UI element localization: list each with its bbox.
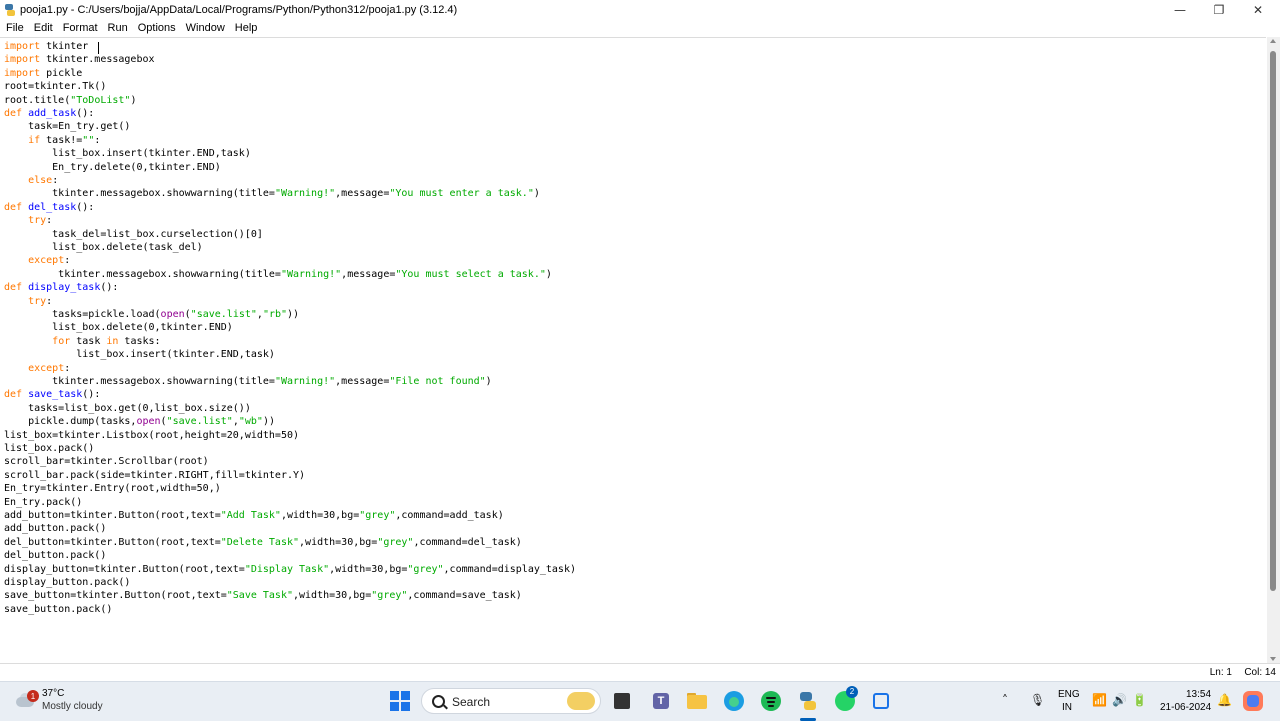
- battery-icon[interactable]: 🔋: [1132, 693, 1147, 707]
- language-bottom[interactable]: IN: [1062, 702, 1072, 713]
- code-line[interactable]: def add_task():: [4, 107, 94, 120]
- wifi-icon[interactable]: 📶: [1092, 693, 1107, 707]
- text-cursor: [98, 42, 99, 54]
- code-line[interactable]: save_button.pack(): [4, 603, 112, 616]
- code-line[interactable]: try:: [4, 214, 52, 227]
- code-line[interactable]: scroll_bar.pack(side=tkinter.RIGHT,fill=…: [4, 469, 305, 482]
- language-top[interactable]: ENG: [1058, 689, 1080, 700]
- code-line[interactable]: pickle.dump(tasks,open("save.list","wb")…: [4, 415, 275, 428]
- code-line[interactable]: tasks=pickle.load(open("save.list","rb")…: [4, 308, 299, 321]
- menu-format[interactable]: Format: [59, 22, 102, 34]
- microphone-icon[interactable]: 🎙: [1030, 693, 1045, 707]
- menu-run[interactable]: Run: [104, 22, 132, 34]
- code-line[interactable]: try:: [4, 295, 52, 308]
- code-line[interactable]: list_box.delete(task_del): [4, 241, 203, 254]
- maximize-button[interactable]: ❐: [1201, 0, 1237, 20]
- notification-bell-icon[interactable]: 🔔: [1217, 693, 1232, 707]
- code-line[interactable]: En_try.pack(): [4, 496, 82, 509]
- menu-window[interactable]: Window: [182, 22, 229, 34]
- search-highlight-icon: [567, 692, 595, 710]
- status-column: Col: 14: [1244, 667, 1276, 678]
- code-line[interactable]: save_button=tkinter.Button(root,text="Sa…: [4, 589, 522, 602]
- code-line[interactable]: def save_task():: [4, 388, 100, 401]
- code-line[interactable]: root=tkinter.Tk(): [4, 80, 106, 93]
- code-line[interactable]: def del_task():: [4, 201, 94, 214]
- code-line[interactable]: else:: [4, 174, 58, 187]
- code-line[interactable]: except:: [4, 254, 70, 267]
- teams-icon[interactable]: T: [651, 690, 673, 712]
- menu-file[interactable]: File: [2, 22, 28, 34]
- code-line[interactable]: import tkinter.messagebox: [4, 53, 155, 66]
- code-line[interactable]: display_button.pack(): [4, 576, 130, 589]
- minimize-button[interactable]: —: [1162, 0, 1198, 20]
- weather-widget[interactable]: 1 37°C Mostly cloudy: [14, 687, 134, 717]
- code-line[interactable]: En_try.delete(0,tkinter.END): [4, 161, 221, 174]
- clock-date[interactable]: 21-06-2024: [1160, 702, 1211, 713]
- code-line[interactable]: import tkinter: [4, 40, 88, 53]
- code-line[interactable]: task_del=list_box.curselection()[0]: [4, 228, 263, 241]
- window-title: pooja1.py - C:/Users/bojja/AppData/Local…: [20, 4, 458, 16]
- file-explorer-icon[interactable]: [686, 690, 708, 712]
- code-line[interactable]: del_button.pack(): [4, 549, 106, 562]
- close-button[interactable]: ✕: [1240, 0, 1276, 20]
- python-idle-icon[interactable]: [797, 690, 819, 712]
- code-line[interactable]: En_try=tkinter.Entry(root,width=50,): [4, 482, 221, 495]
- taskbar: 1 37°C Mostly cloudy Search T 2 ˄ 🎙 ENG …: [0, 681, 1280, 721]
- clock-time[interactable]: 13:54: [1186, 689, 1211, 700]
- cloud-icon: 1: [14, 690, 39, 707]
- edge-icon[interactable]: [723, 690, 745, 712]
- scrollbar-thumb[interactable]: [1270, 51, 1276, 591]
- files-icon[interactable]: [612, 690, 634, 712]
- code-line[interactable]: display_button=tkinter.Button(root,text=…: [4, 563, 576, 576]
- code-line[interactable]: list_box.pack(): [4, 442, 94, 455]
- menu-options[interactable]: Options: [134, 22, 180, 34]
- code-line[interactable]: if task!="":: [4, 134, 100, 147]
- code-line[interactable]: root.title("ToDoList"): [4, 94, 136, 107]
- code-line[interactable]: import pickle: [4, 67, 82, 80]
- code-line[interactable]: list_box.insert(tkinter.END,task): [4, 147, 251, 160]
- code-line[interactable]: tkinter.messagebox.showwarning(title="Wa…: [4, 375, 492, 388]
- code-editor[interactable]: import tkinter import tkinter.messagebox i…: [0, 37, 1266, 664]
- code-line[interactable]: list_box=tkinter.Listbox(root,height=20,…: [4, 429, 299, 442]
- teams-letter: T: [653, 693, 669, 709]
- status-bar: Ln: 1 Col: 14: [0, 663, 1280, 682]
- menu-help[interactable]: Help: [231, 22, 262, 34]
- code-line[interactable]: list_box.insert(tkinter.END,task): [4, 348, 275, 361]
- snipping-tool-icon[interactable]: [870, 690, 892, 712]
- spotify-icon[interactable]: [760, 690, 782, 712]
- code-line[interactable]: def display_task():: [4, 281, 118, 294]
- vertical-scrollbar[interactable]: [1267, 37, 1280, 663]
- scroll-up-arrow-icon[interactable]: [1270, 39, 1276, 43]
- code-line[interactable]: task=En_try.get(): [4, 120, 130, 133]
- whatsapp-icon[interactable]: 2: [834, 686, 858, 712]
- volume-icon[interactable]: 🔊: [1112, 693, 1127, 707]
- search-label: Search: [452, 695, 491, 709]
- code-line[interactable]: add_button=tkinter.Button(root,text="Add…: [4, 509, 504, 522]
- weather-temperature: 37°C: [42, 688, 65, 699]
- code-line[interactable]: tasks=list_box.get(0,list_box.size()): [4, 402, 251, 415]
- code-line[interactable]: scroll_bar=tkinter.Scrollbar(root): [4, 455, 209, 468]
- menu-bar: File Edit Format Run Options Window Help: [0, 20, 1280, 36]
- whatsapp-badge: 2: [846, 686, 858, 698]
- code-line[interactable]: add_button.pack(): [4, 522, 106, 535]
- code-line[interactable]: tkinter.messagebox.showwarning(title="Wa…: [4, 187, 540, 200]
- menu-edit[interactable]: Edit: [30, 22, 57, 34]
- python-app-icon: [5, 4, 15, 16]
- code-line[interactable]: tkinter.messagebox.showwarning(title="Wa…: [4, 268, 552, 281]
- status-line: Ln: 1: [1209, 667, 1232, 678]
- code-line[interactable]: for task in tasks:: [4, 335, 160, 348]
- code-line[interactable]: list_box.delete(0,tkinter.END): [4, 321, 233, 334]
- scroll-down-arrow-icon[interactable]: [1270, 657, 1276, 661]
- title-bar: pooja1.py - C:/Users/bojja/AppData/Local…: [0, 0, 1280, 20]
- chevron-up-icon[interactable]: ˄: [1002, 693, 1008, 707]
- code-line[interactable]: del_button=tkinter.Button(root,text="Del…: [4, 536, 522, 549]
- taskbar-search[interactable]: Search: [421, 688, 601, 714]
- weather-description: Mostly cloudy: [42, 701, 103, 712]
- copilot-icon[interactable]: [1243, 691, 1263, 711]
- weather-badge: 1: [27, 690, 39, 702]
- search-icon: [432, 695, 445, 708]
- code-line[interactable]: except:: [4, 362, 70, 375]
- start-icon[interactable]: [389, 690, 411, 712]
